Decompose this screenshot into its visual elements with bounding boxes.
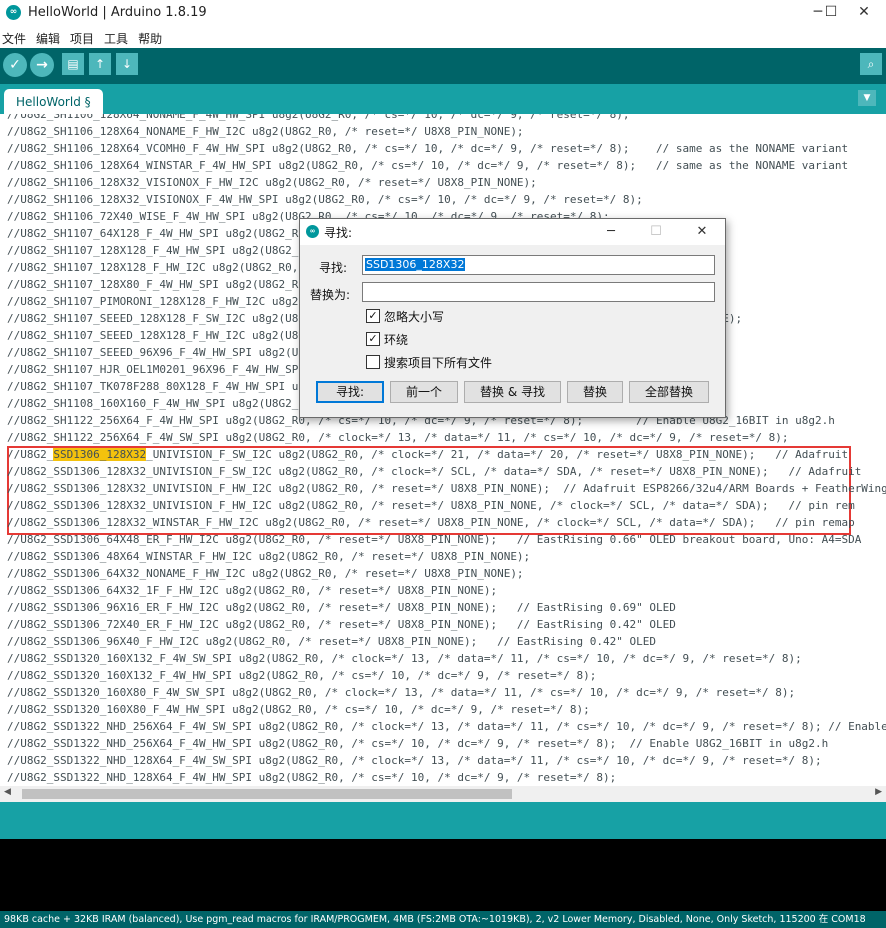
scrollbar-thumb[interactable]: [22, 789, 512, 799]
code-line: //U8G2_SSD1306_96X16_ER_F_HW_I2C u8g2(U8…: [7, 601, 676, 614]
replace-and-find-button[interactable]: 替换 & 寻找: [464, 381, 561, 403]
code-line: //U8G2_SSD1306_64X48_ER_F_HW_I2C u8g2(U8…: [7, 533, 862, 546]
code-line: //U8G2_SSD1306_128X32_UNIVISION_F_HW_I2C…: [7, 482, 886, 495]
code-line: //U8G2_SH1122_256X64_F_4W_SW_SPI u8g2(U8…: [7, 431, 789, 444]
save-sketch-button[interactable]: ↓: [116, 53, 138, 75]
find-input-value: SSD1306_128X32: [365, 258, 466, 271]
code-line: //U8G2_SH1106_128X32_VISIONOX_F_HW_I2C u…: [7, 176, 537, 189]
toolbar: ✓ → ▤ ↑ ↓ ⌕: [0, 48, 886, 84]
code-line: //U8G2_SSD1306_128X32_UNIVISION_F_SW_I2C…: [7, 465, 862, 478]
code-line: //U8G2_SSD1320_160X132_F_4W_HW_SPI u8g2(…: [7, 669, 597, 682]
code-line: //U8G2_SH1106_128X64_NONAME_F_HW_I2C u8g…: [7, 125, 524, 138]
scroll-right-icon[interactable]: ▶: [875, 787, 882, 797]
tab-helloworld[interactable]: HelloWorld §: [4, 89, 103, 114]
search-all-files-label: 搜索项目下所有文件: [384, 356, 493, 370]
wrap-around-label: 环绕: [384, 333, 409, 347]
upload-button[interactable]: →: [30, 53, 54, 77]
replace-button[interactable]: 替换: [567, 381, 623, 403]
scroll-left-icon[interactable]: ◀: [4, 787, 11, 797]
code-line: //U8G2_SSD1322_NHD_128X64_F_4W_SW_SPI u8…: [7, 754, 822, 767]
code-line: //U8G2_SSD1306_48X64_WINSTAR_F_HW_I2C u8…: [7, 550, 531, 563]
code-line: //U8G2_SSD1322_NHD_128X64_F_4W_HW_SPI u8…: [7, 771, 617, 784]
status-bar: [0, 802, 886, 839]
ignore-case-checkbox[interactable]: ✓: [366, 309, 380, 323]
code-line: //U8G2_SSD1322_NHD_256X64_F_4W_SW_SPI u8…: [7, 720, 886, 733]
menu-edit[interactable]: 编辑: [34, 26, 60, 47]
code-line: //U8G2_SSD1306_128X32_WINSTAR_F_HW_I2C u…: [7, 516, 855, 529]
close-button[interactable]: ✕: [842, 0, 886, 26]
checkmark-icon: ✓: [368, 309, 378, 322]
find-dialog: ∞ 寻找: ─ ☐ ✕ 寻找: SSD1306_128X32 替换为: ✓ 忽略…: [299, 218, 726, 418]
menu-file[interactable]: 文件: [0, 26, 26, 47]
arduino-ide-window: ∞ HelloWorld | Arduino 1.8.19 ─ ☐ ✕ 文件 编辑…: [0, 0, 886, 928]
replace-label: 替换为:: [310, 288, 351, 302]
find-button[interactable]: 寻找:: [316, 381, 384, 403]
horizontal-scrollbar[interactable]: ◀ ▶: [0, 786, 886, 802]
find-dialog-title-bar: ∞ 寻找: ─ ☐ ✕: [300, 219, 725, 245]
code-line: //U8G2_SH1106_128X32_VISIONOX_F_4W_HW_SP…: [7, 193, 643, 206]
menu-bar: 文件 编辑 项目 工具 帮助: [0, 26, 886, 48]
code-line: //U8G2_SSD1320_160X132_F_4W_SW_SPI u8g2(…: [7, 652, 802, 665]
ignore-case-label: 忽略大小写: [384, 310, 445, 324]
window-title: HelloWorld | Arduino 1.8.19: [28, 5, 207, 20]
menu-tools[interactable]: 工具: [102, 26, 128, 47]
menu-help[interactable]: 帮助: [136, 26, 162, 47]
board-info-footer: 98KB cache + 32KB IRAM (balanced), Use p…: [0, 911, 886, 928]
arduino-icon: ∞: [6, 5, 21, 20]
find-label: 寻找:: [319, 261, 348, 275]
dialog-minimize-button[interactable]: ─: [596, 221, 626, 243]
code-line: //U8G2_SSD1306_72X40_ER_F_HW_I2C u8g2(U8…: [7, 618, 676, 631]
code-line: //U8G2_SSD1306_128X32_UNIVISION_F_HW_I2C…: [7, 499, 855, 512]
replace-input[interactable]: [362, 282, 715, 302]
serial-monitor-button[interactable]: ⌕: [860, 53, 882, 75]
title-bar: ∞ HelloWorld | Arduino 1.8.19 ─ ☐ ✕: [0, 0, 886, 26]
wrap-around-checkbox[interactable]: ✓: [366, 332, 380, 346]
dialog-close-button[interactable]: ✕: [687, 221, 717, 243]
code-line: //U8G2_SSD1306_96X40_F_HW_I2C u8g2(U8G2_…: [7, 635, 657, 648]
code-line: //U8G2_SH1106_128X64_VCOMH0_F_4W_HW_SPI …: [7, 142, 849, 155]
tab-bar: HelloWorld § ▼: [0, 84, 886, 114]
code-line: //U8G2_SSD1320_160X80_F_4W_SW_SPI u8g2(U…: [7, 686, 796, 699]
code-line: //U8G2_SSD1320_160X80_F_4W_HW_SPI u8g2(U…: [7, 703, 590, 716]
menu-sketch[interactable]: 项目: [68, 26, 94, 47]
checkmark-icon: ✓: [368, 332, 378, 345]
replace-all-button[interactable]: 全部替换: [629, 381, 709, 403]
verify-button[interactable]: ✓: [3, 53, 27, 77]
arduino-icon: ∞: [306, 225, 319, 238]
new-sketch-button[interactable]: ▤: [62, 53, 84, 75]
previous-button[interactable]: 前一个: [390, 381, 458, 403]
code-line: //U8G2_SH1106_128X64_WINSTAR_F_4W_HW_SPI…: [7, 159, 849, 172]
code-editor[interactable]: //U8G2_SH1106_128X64_NONAME_F_4W_HW_SPI …: [0, 114, 886, 786]
tab-menu-chevron-down-icon[interactable]: ▼: [858, 90, 876, 106]
code-line: //U8G2_SSD1306_64X32_NONAME_F_HW_I2C u8g…: [7, 567, 524, 580]
dialog-maximize-button: ☐: [650, 224, 662, 239]
code-line: //U8G2_SSD1306_64X32_1F_F_HW_I2C u8g2(U8…: [7, 584, 498, 597]
find-dialog-title: 寻找:: [324, 226, 353, 240]
console-output: [0, 839, 886, 911]
find-input[interactable]: SSD1306_128X32: [362, 255, 715, 275]
search-all-files-checkbox[interactable]: [366, 355, 380, 369]
code-line: //U8G2_SSD1322_NHD_256X64_F_4W_HW_SPI u8…: [7, 737, 829, 750]
open-sketch-button[interactable]: ↑: [89, 53, 111, 75]
code-line: //U8G2_SH1106_128X64_NONAME_F_4W_HW_SPI …: [7, 114, 630, 121]
